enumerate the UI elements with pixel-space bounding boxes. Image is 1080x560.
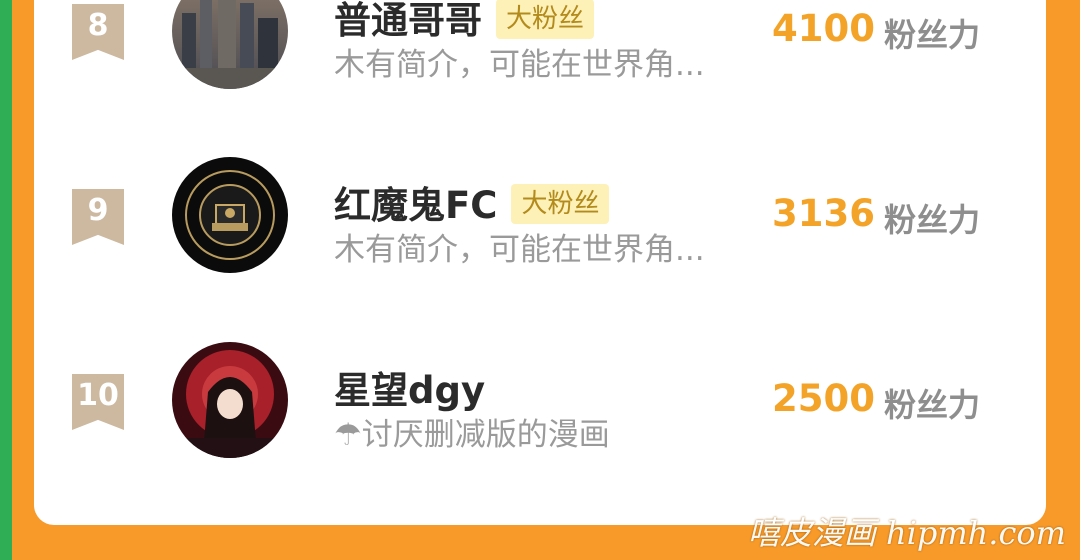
fan-score: 2500 [772,377,875,420]
fan-ranking-card: 8 普通哥哥 大粉丝 木有简介，可能在世界角... 4100 粉丝力 9 红魔鬼… [34,0,1046,525]
user-bio: ☂讨厌删减版的漫画 [334,417,610,453]
list-item[interactable]: 10 星望dgy ☂讨厌删减版的漫画 2500 粉丝力 [34,340,1046,490]
user-bio: 木有简介，可能在世界角... [334,47,705,83]
fan-score: 4100 [772,7,875,50]
list-item[interactable]: 9 红魔鬼FC 大粉丝 木有简介，可能在世界角... 3136 粉丝力 [34,155,1046,305]
fan-level-badge: 大粉丝 [511,183,610,224]
avatar[interactable] [172,157,288,273]
list-item[interactable]: 8 普通哥哥 大粉丝 木有简介，可能在世界角... 4100 粉丝力 [34,0,1046,120]
site-watermark: 嘻皮漫画 hipmh.com [747,514,1066,552]
fan-level-badge: 大粉丝 [496,0,595,39]
rank-ribbon: 8 [72,4,124,60]
left-edge-strip [0,0,12,560]
user-bio: 木有简介，可能在世界角... [334,232,705,268]
rank-ribbon: 10 [72,374,124,430]
fan-score-unit: 粉丝力 [884,16,981,54]
fan-score-unit: 粉丝力 [884,386,981,424]
avatar[interactable] [172,0,288,89]
rank-ribbon: 9 [72,189,124,245]
avatar[interactable] [172,342,288,458]
user-name[interactable]: 星望dgy [334,360,485,414]
fan-score-unit: 粉丝力 [884,201,981,239]
user-name[interactable]: 普通哥哥 大粉丝 [334,0,595,44]
fan-score: 3136 [772,192,875,235]
user-name[interactable]: 红魔鬼FC 大粉丝 [334,175,610,229]
